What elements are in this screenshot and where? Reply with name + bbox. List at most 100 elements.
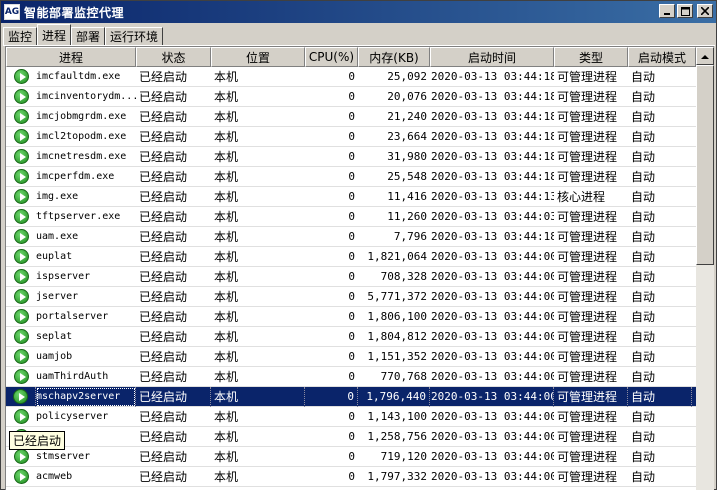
table-row[interactable]: img.exe 已经启动 本机 0 11,416 2020-03-13 03:44:13 核… [6, 187, 696, 207]
process-start-mode: 自动 [631, 310, 656, 324]
maximize-button[interactable] [677, 4, 693, 18]
table-row[interactable]: tftpserver.exe 已经启动 本机 0 11,260 2020-03-13 03… [6, 207, 696, 227]
process-cpu: 0 [348, 110, 355, 123]
table-row[interactable]: ispserver 已经启动 本机 0 708,328 2020-03-13 03:44:… [6, 267, 696, 287]
table-row[interactable]: imcperfdm.exe 已经启动 本机 0 25,548 2020-03-13 03:… [6, 167, 696, 187]
process-cpu: 0 [348, 230, 355, 243]
process-name: tftpserver.exe [36, 211, 121, 222]
table-row[interactable]: rver已经启动本机01,258,7562020-03-13 03:44:00可… [6, 427, 696, 447]
process-type: 可管理进程 [557, 350, 618, 364]
process-location: 本机 [214, 230, 239, 244]
process-name: uamjob [36, 351, 73, 362]
process-location: 本机 [214, 370, 239, 384]
process-name: uam.exe [36, 231, 79, 242]
running-play-icon [13, 289, 29, 304]
process-location: 本机 [214, 250, 239, 264]
process-start-time: 2020-03-13 03:44:00 [431, 310, 554, 323]
table-row[interactable]: imcfaultdm.exe 已经启动 本机 0 25,092 2020-03-13 03… [6, 67, 696, 87]
column-header-type[interactable]: 类型 [554, 47, 628, 67]
table-row[interactable]: jserver 已经启动 本机 0 5,771,372 2020-03-13 03:44:… [6, 287, 696, 307]
process-start-mode: 自动 [631, 270, 656, 284]
row-status-cell [6, 147, 36, 167]
process-location: 本机 [214, 150, 239, 164]
list-header: 进程 状态 位置 CPU(%) 内存(KB) 启动时间 类型 启动模式 [6, 47, 696, 67]
table-row[interactable]: portalserver 已经启动 本机 0 1,806,100 2020-03-13 0… [6, 307, 696, 327]
main-window: AG 智能部署监控代理 监控 进程 部署 运行环境 进程 状态 位置 CPU(%… [0, 0, 717, 490]
table-row[interactable]: stmserver 已经启动 本机 0 719,120 2020-03-13 03:44:… [6, 447, 696, 467]
process-cpu: 0 [348, 130, 355, 143]
column-header-status[interactable]: 状态 [136, 47, 211, 67]
process-status: 已经启动 [139, 170, 188, 184]
process-name: uamThirdAuth [36, 371, 109, 382]
table-row[interactable]: imcjobmgrdm.exe 已经启动 本机 0 21,240 2020-03-13 0… [6, 107, 696, 127]
process-type: 可管理进程 [557, 330, 618, 344]
table-row[interactable]: mschapv2server 已经启动 本机 0 1,796,440 2020-03-13… [6, 386, 696, 407]
running-play-icon [13, 69, 29, 84]
close-button[interactable] [697, 4, 713, 18]
running-play-icon [13, 269, 29, 284]
tab-monitor[interactable]: 监控 [3, 27, 38, 45]
process-name: imcjobmgrdm.exe [36, 111, 127, 122]
scroll-up-button[interactable] [696, 47, 714, 65]
process-start-time: 2020-03-13 03:44:00 [431, 290, 554, 303]
process-start-time: 2020-03-13 03:44:00 [431, 330, 554, 343]
table-row[interactable]: policyserver 已经启动 本机 0 1,143,100 2020-03-13 0… [6, 407, 696, 427]
row-status-cell [6, 407, 36, 427]
process-type: 可管理进程 [557, 270, 618, 284]
process-start-time: 2020-03-13 03:44:18 [431, 90, 554, 103]
table-row[interactable]: acmweb 已经启动 本机 0 1,797,332 2020-03-13 03:44:0… [6, 467, 696, 487]
table-row[interactable]: imcinventorydm... 已经启动 本机 0 20,076 2020-03-13… [6, 87, 696, 107]
table-row[interactable]: seplat 已经启动 本机 0 1,804,812 2020-03-13 03:44:0… [6, 327, 696, 347]
table-row[interactable]: uamThirdAuth 已经启动 本机 0 770,768 2020-03-13 03:… [6, 367, 696, 387]
process-memory: 23,664 [387, 130, 427, 143]
tab-runtime-env[interactable]: 运行环境 [105, 27, 164, 45]
process-cpu: 0 [348, 210, 355, 223]
process-type: 可管理进程 [554, 386, 628, 407]
table-row[interactable]: euplat 已经启动 本机 0 1,821,064 2020-03-13 03:44:0… [6, 247, 696, 267]
process-memory: 1,804,812 [367, 330, 427, 343]
column-header-location[interactable]: 位置 [211, 47, 305, 67]
column-header-process[interactable]: 进程 [6, 47, 136, 67]
row-status-cell [6, 107, 36, 127]
running-play-icon [13, 209, 29, 224]
vertical-scrollbar[interactable] [696, 47, 714, 490]
process-start-mode: 自动 [631, 370, 656, 384]
process-status: 已经启动 [139, 270, 188, 284]
process-start-time: 2020-03-13 03:44:00 [431, 410, 554, 423]
running-play-icon [13, 229, 29, 244]
process-start-mode: 自动 [631, 430, 656, 444]
tab-process[interactable]: 进程 [37, 24, 72, 45]
row-status-cell [6, 67, 36, 87]
tab-deploy[interactable]: 部署 [71, 27, 106, 45]
table-row[interactable]: imcl2topodm.exe 已经启动 本机 0 23,664 2020-03-13 0… [6, 127, 696, 147]
title-bar[interactable]: AG 智能部署监控代理 [1, 1, 716, 23]
scroll-thumb[interactable] [696, 65, 714, 265]
minimize-button[interactable] [659, 4, 675, 18]
table-row[interactable]: imcnetresdm.exe 已经启动 本机 0 31,980 2020-03-13 0… [6, 147, 696, 167]
process-name: acmweb [36, 471, 73, 482]
row-status-cell [6, 267, 36, 287]
running-play-icon [13, 369, 29, 384]
process-type: 可管理进程 [557, 90, 618, 104]
column-header-start-mode[interactable]: 启动模式 [628, 47, 696, 67]
process-list[interactable]: 进程 状态 位置 CPU(%) 内存(KB) 启动时间 类型 启动模式 imcf… [5, 46, 714, 490]
process-memory: 11,260 [387, 210, 427, 223]
column-header-start-time[interactable]: 启动时间 [430, 47, 554, 67]
process-status: 已经启动 [139, 450, 188, 464]
column-header-cpu[interactable]: CPU(%) [305, 47, 358, 67]
process-status: 已经启动 [139, 290, 188, 304]
process-location: 本机 [214, 310, 239, 324]
process-cpu: 0 [348, 90, 355, 103]
process-cpu: 0 [348, 190, 355, 203]
table-row[interactable]: uamjob 已经启动 本机 0 1,151,352 2020-03-13 03:44:0… [6, 347, 696, 367]
row-status-cell [6, 347, 36, 367]
row-status-cell [6, 227, 36, 247]
row-status-cell [6, 127, 36, 147]
table-row[interactable]: uam.exe 已经启动 本机 0 7,796 2020-03-13 03:44:18 可管… [6, 227, 696, 247]
process-name: mschapv2server [36, 386, 136, 407]
process-location: 本机 [214, 350, 239, 364]
row-status-cell [6, 87, 36, 107]
column-header-memory[interactable]: 内存(KB) [358, 47, 430, 67]
process-type: 可管理进程 [557, 70, 618, 84]
running-play-icon [13, 249, 29, 264]
